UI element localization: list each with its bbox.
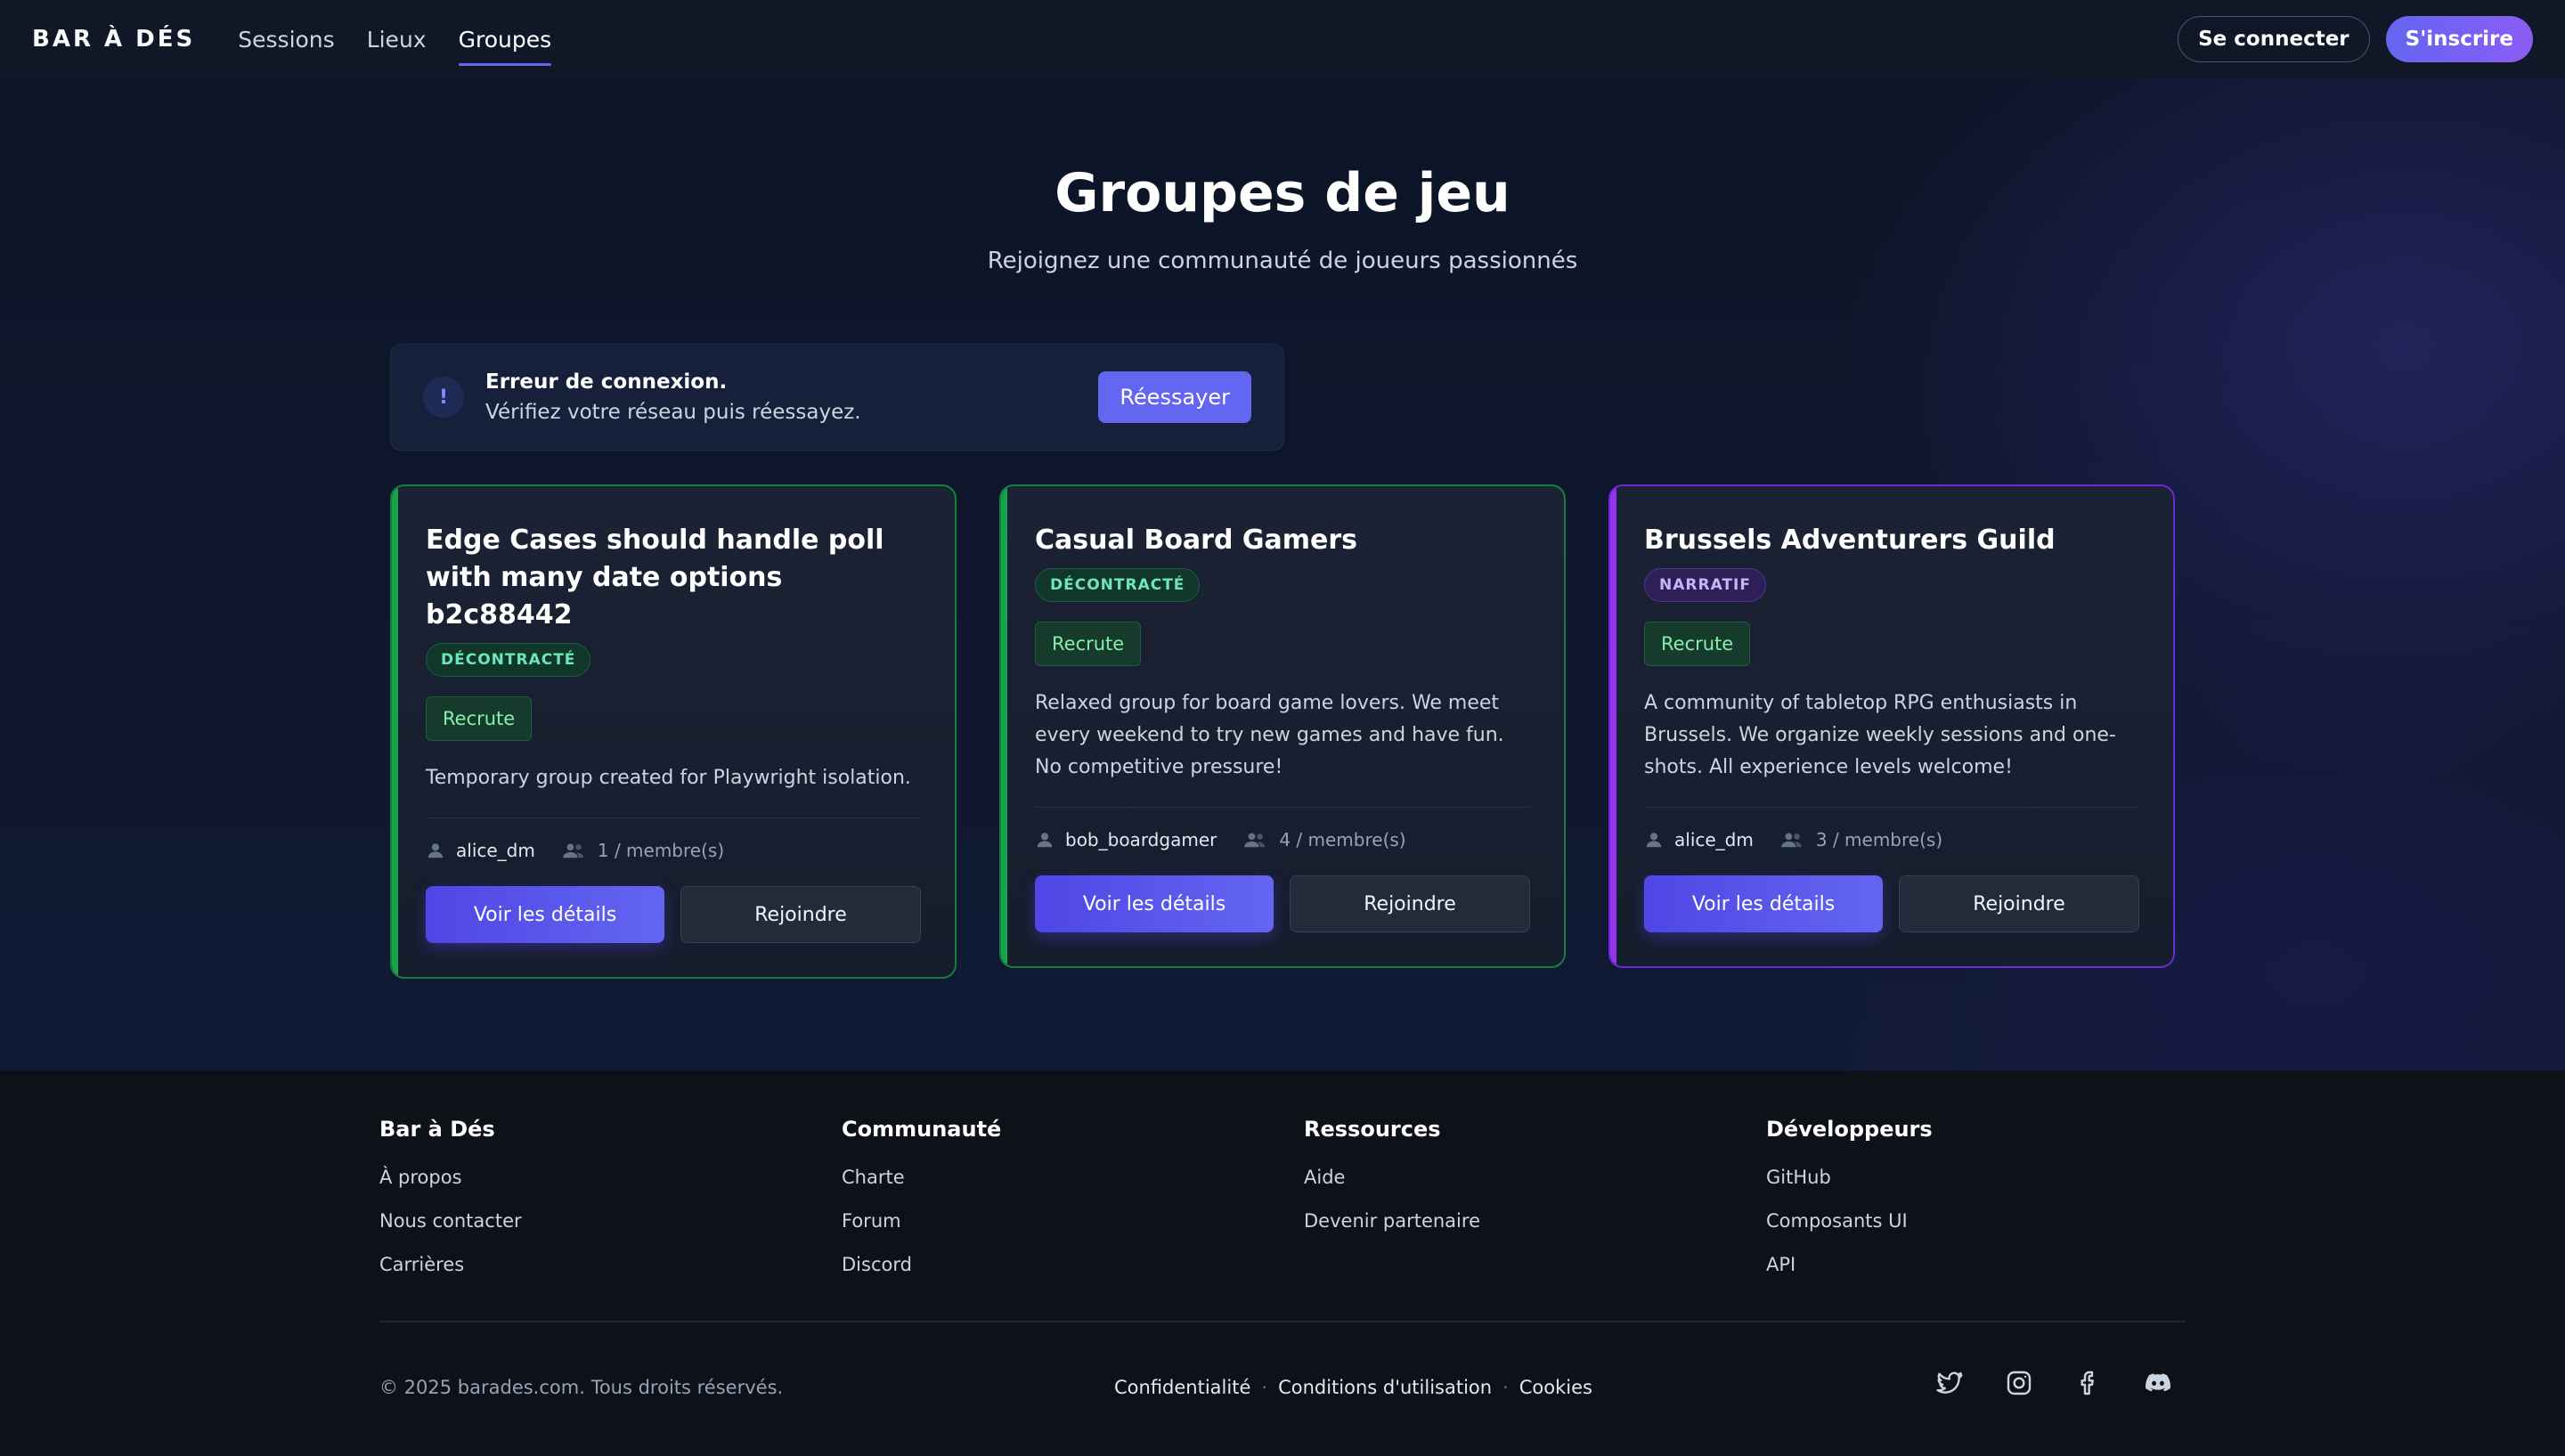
footer-link-partner[interactable]: Devenir partenaire — [1304, 1210, 1480, 1232]
legal-links: Confidentialité · Conditions d'utilisati… — [1114, 1377, 1592, 1398]
footer-column-developpeurs: Développeurs GitHub Composants UI API — [1766, 1117, 1933, 1297]
card-actions: Voir les détails Rejoindre — [1035, 875, 1530, 932]
view-details-button[interactable]: Voir les détails — [426, 886, 664, 943]
group-owner: alice_dm — [1674, 829, 1754, 850]
footer-link-github[interactable]: GitHub — [1766, 1167, 1933, 1188]
top-navbar: BAR À DÉS Sessions Lieux Groupes Se conn… — [0, 0, 2565, 78]
retry-button[interactable]: Réessayer — [1098, 371, 1251, 423]
group-meta: bob_boardgamer 4 / membre(s) — [1035, 829, 1530, 850]
brand-logo[interactable]: BAR À DÉS — [32, 26, 195, 53]
signup-button[interactable]: S'inscrire — [2385, 16, 2533, 62]
group-owner: alice_dm — [456, 840, 535, 861]
member-count: 1 / membre(s) — [597, 840, 725, 861]
group-meta: alice_dm 1 / membre(s) — [426, 840, 921, 861]
legal-separator: · — [1502, 1377, 1509, 1398]
footer-heading: Ressources — [1304, 1117, 1441, 1142]
style-badge: DÉCONTRACTÉ — [426, 643, 591, 677]
connection-error-banner: ! Erreur de connexion. Vérifiez votre ré… — [390, 344, 1284, 451]
members-icon — [1244, 833, 1266, 848]
nav-item-groupes[interactable]: Groupes — [458, 0, 551, 78]
status-badge: Recrute — [1035, 622, 1142, 666]
login-button[interactable]: Se connecter — [2178, 16, 2370, 62]
group-card: Brussels Adventurers Guild NARRATIF Recr… — [1608, 484, 2175, 968]
instagram-icon[interactable] — [2004, 1368, 2034, 1398]
footer-link-contact[interactable]: Nous contacter — [379, 1210, 522, 1232]
nav-item-sessions[interactable]: Sessions — [238, 0, 334, 78]
footer-column-ressources: Ressources Aide Devenir partenaire — [1304, 1117, 1480, 1254]
view-details-button[interactable]: Voir les détails — [1644, 875, 1883, 932]
join-button[interactable]: Rejoindre — [680, 886, 921, 943]
error-title: Erreur de connexion. — [485, 370, 728, 394]
twitter-icon[interactable] — [1934, 1368, 1965, 1398]
footer-divider — [379, 1321, 2186, 1322]
user-icon — [1646, 833, 1662, 848]
members-icon — [563, 843, 583, 858]
group-title[interactable]: Edge Cases should handle poll with many … — [426, 522, 921, 634]
social-links — [1934, 1368, 2173, 1398]
footer-link-about[interactable]: À propos — [379, 1167, 522, 1188]
legal-separator: · — [1261, 1377, 1268, 1398]
member-count: 3 / membre(s) — [1815, 829, 1943, 850]
group-meta: alice_dm 3 / membre(s) — [1644, 829, 2139, 850]
nav-item-lieux[interactable]: Lieux — [367, 0, 427, 78]
group-card: Casual Board Gamers DÉCONTRACTÉ Recrute … — [999, 484, 1566, 968]
card-actions: Voir les détails Rejoindre — [426, 886, 921, 943]
footer-link-forum[interactable]: Forum — [842, 1210, 1001, 1232]
footer-heading: Développeurs — [1766, 1117, 1933, 1142]
footer-link-careers[interactable]: Carrières — [379, 1254, 522, 1275]
join-button[interactable]: Rejoindre — [1290, 875, 1530, 932]
group-owner: bob_boardgamer — [1065, 829, 1217, 850]
alert-icon: ! — [423, 377, 464, 418]
copyright: © 2025 barades.com. Tous droits réservés… — [379, 1377, 784, 1398]
group-description: Relaxed group for board game lovers. We … — [1035, 687, 1530, 808]
site-footer: Bar à Dés À propos Nous contacter Carriè… — [0, 1070, 2565, 1456]
auth-actions: Se connecter S'inscrire — [2178, 16, 2533, 62]
group-description: Temporary group created for Playwright i… — [426, 762, 921, 818]
footer-link-discord[interactable]: Discord — [842, 1254, 1001, 1275]
main-nav: Sessions Lieux Groupes — [238, 0, 583, 78]
footer-heading: Communauté — [842, 1117, 1002, 1142]
footer-link-charter[interactable]: Charte — [842, 1167, 1001, 1188]
style-badge: DÉCONTRACTÉ — [1035, 568, 1201, 602]
legal-link-privacy[interactable]: Confidentialité — [1114, 1377, 1250, 1398]
page-subtitle: Rejoignez une communauté de joueurs pass… — [987, 248, 1578, 274]
footer-link-help[interactable]: Aide — [1304, 1167, 1480, 1188]
status-badge: Recrute — [1644, 622, 1751, 666]
user-icon — [428, 843, 444, 858]
group-title[interactable]: Brussels Adventurers Guild — [1644, 522, 2139, 559]
group-description: A community of tabletop RPG enthusiasts … — [1644, 687, 2139, 808]
footer-link-ui-components[interactable]: Composants UI — [1766, 1210, 1933, 1232]
member-count: 4 / membre(s) — [1279, 829, 1406, 850]
members-icon — [1781, 833, 1802, 848]
group-card: Edge Cases should handle poll with many … — [390, 484, 957, 979]
error-message: Vérifiez votre réseau puis réessayez. — [485, 401, 861, 424]
footer-column-communaute: Communauté Charte Forum Discord — [842, 1117, 1001, 1297]
user-icon — [1037, 833, 1053, 848]
footer-link-api[interactable]: API — [1766, 1254, 1933, 1275]
view-details-button[interactable]: Voir les détails — [1035, 875, 1274, 932]
group-title[interactable]: Casual Board Gamers — [1035, 522, 1530, 559]
error-text: Erreur de connexion. Vérifiez votre rése… — [485, 370, 861, 424]
footer-column-bar-a-des: Bar à Dés À propos Nous contacter Carriè… — [379, 1117, 522, 1297]
join-button[interactable]: Rejoindre — [1899, 875, 2139, 932]
status-badge: Recrute — [426, 696, 533, 741]
discord-icon[interactable] — [2143, 1368, 2173, 1398]
facebook-icon[interactable] — [2073, 1368, 2104, 1398]
legal-link-terms[interactable]: Conditions d'utilisation — [1278, 1377, 1492, 1398]
main-content: Groupes de jeu Rejoignez une communauté … — [0, 78, 2565, 1070]
page-title: Groupes de jeu — [1054, 162, 1510, 224]
legal-link-cookies[interactable]: Cookies — [1519, 1377, 1592, 1398]
footer-heading: Bar à Dés — [379, 1117, 495, 1142]
style-badge: NARRATIF — [1644, 568, 1766, 602]
card-actions: Voir les détails Rejoindre — [1644, 875, 2139, 932]
